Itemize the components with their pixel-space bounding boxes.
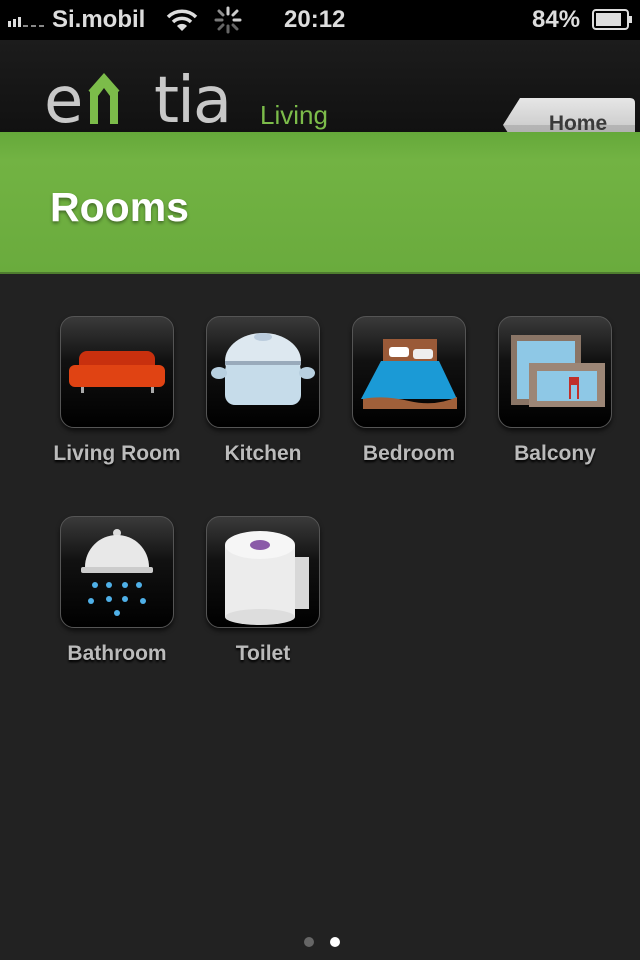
room-bedroom[interactable]: Bedroom (336, 316, 482, 466)
room-kitchen[interactable]: Kitchen (190, 316, 336, 466)
signal-bars-icon (8, 17, 44, 27)
room-label: Bedroom (362, 442, 456, 465)
page-dot-active[interactable] (330, 937, 340, 947)
balcony-icon (511, 335, 605, 407)
page-title: Rooms (50, 184, 189, 230)
shower-icon (81, 529, 153, 616)
page-indicator[interactable] (304, 934, 356, 952)
battery-percent: 84% (532, 6, 581, 33)
sofa-icon (69, 351, 165, 393)
wifi-icon (166, 9, 198, 31)
room-balcony[interactable]: Balcony (482, 316, 628, 466)
svg-text:e: e (44, 64, 81, 130)
room-label: Bathroom (67, 642, 167, 665)
battery-icon (592, 9, 632, 30)
entia-living-logo: e tia Living (44, 64, 328, 130)
rooms-banner: Rooms (0, 132, 640, 274)
page-dot[interactable] (304, 937, 314, 947)
svg-text:Living: Living (260, 100, 328, 130)
room-label: Living Room (53, 442, 181, 465)
room-toilet[interactable]: Toilet (190, 516, 336, 666)
room-label: Toilet (235, 642, 291, 665)
clock: 20:12 (284, 6, 346, 33)
svg-text:tia: tia (154, 64, 230, 130)
spinner-icon (214, 6, 242, 34)
pot-icon (211, 333, 315, 405)
navigation-bar: e tia Living Home (0, 40, 640, 152)
room-label: Kitchen (224, 442, 302, 465)
toilet-paper-icon (225, 531, 309, 625)
bed-icon (361, 339, 457, 409)
carrier: Si.mobil (52, 6, 146, 33)
status-bar: Si.mobil 20:12 84% (0, 0, 640, 40)
room-bathroom[interactable]: Bathroom (44, 516, 190, 666)
room-living-room[interactable]: Living Room (44, 316, 190, 466)
room-label: Balcony (514, 442, 596, 465)
